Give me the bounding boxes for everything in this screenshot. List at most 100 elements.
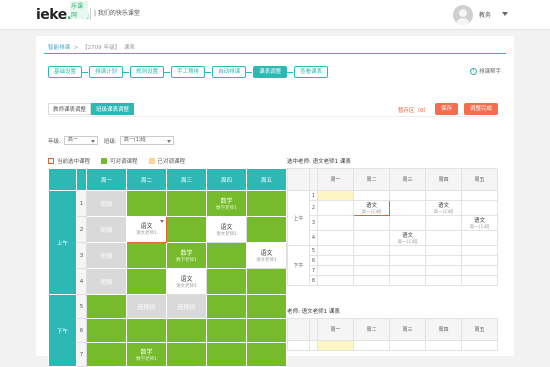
schedule-cell[interactable]: 数学 数学老师1 bbox=[206, 190, 247, 217]
schedule-cell[interactable] bbox=[353, 230, 390, 246]
schedule-cell[interactable]: 语文 高一(1)班 bbox=[461, 215, 498, 231]
schedule-cell[interactable]: 班级 bbox=[86, 268, 127, 295]
schedule-cell[interactable]: 选修班 bbox=[126, 294, 167, 319]
schedule-cell[interactable] bbox=[317, 255, 354, 266]
schedule-cell[interactable] bbox=[425, 230, 462, 246]
schedule-cell[interactable] bbox=[86, 294, 127, 319]
save-button[interactable]: 保存 bbox=[435, 103, 459, 115]
schedule-cell[interactable] bbox=[126, 318, 167, 343]
schedule-cell[interactable] bbox=[389, 265, 426, 276]
schedule-cell[interactable] bbox=[461, 265, 498, 276]
schedule-cell[interactable] bbox=[425, 245, 462, 256]
schedule-cell[interactable] bbox=[461, 340, 498, 351]
schedule-cell[interactable]: 班级 bbox=[86, 190, 127, 217]
schedule-cell[interactable] bbox=[353, 255, 390, 266]
schedule-cell[interactable] bbox=[246, 268, 287, 295]
schedule-cell[interactable] bbox=[317, 200, 354, 216]
schedule-cell[interactable] bbox=[425, 340, 462, 351]
help-link[interactable]: ? 排课帮手 bbox=[470, 67, 501, 75]
ieke-logo[interactable]: ieke.cn 乐课网 bbox=[36, 1, 89, 25]
schedule-cell[interactable] bbox=[206, 318, 247, 343]
schedule-cell[interactable] bbox=[166, 318, 207, 343]
schedule-cell[interactable] bbox=[309, 340, 318, 351]
schedule-cell[interactable] bbox=[425, 275, 462, 286]
schedule-cell[interactable]: 数学 数学老师1 bbox=[126, 342, 167, 367]
schedule-cell[interactable] bbox=[206, 268, 247, 295]
schedule-cell[interactable] bbox=[461, 255, 498, 266]
schedule-cell[interactable] bbox=[389, 215, 426, 231]
schedule-cell[interactable]: 语文 语文老师1 bbox=[246, 242, 287, 269]
grade-select[interactable]: 高一 bbox=[63, 136, 98, 145]
schedule-cell[interactable] bbox=[461, 230, 498, 246]
schedule-cell[interactable]: 语文 语文老师1 bbox=[206, 216, 247, 243]
temp-area-link[interactable]: 暂存区（0） bbox=[398, 106, 429, 114]
tab-class-adjust[interactable]: 班级课表调整 bbox=[91, 103, 135, 115]
chevron-down-icon[interactable] bbox=[502, 12, 508, 16]
step-view-schedule[interactable]: 查看课表 bbox=[294, 66, 329, 78]
schedule-cell[interactable] bbox=[246, 342, 287, 367]
step-basic-settings[interactable]: 基础设置 bbox=[48, 66, 89, 78]
step-auto-schedule[interactable]: 自动排课 bbox=[212, 66, 253, 78]
schedule-cell[interactable] bbox=[206, 294, 247, 319]
schedule-cell[interactable] bbox=[461, 245, 498, 256]
schedule-cell[interactable] bbox=[353, 265, 390, 276]
schedule-cell[interactable] bbox=[425, 190, 462, 201]
step-rule-settings[interactable]: 规则设置 bbox=[130, 66, 171, 78]
step-manual-preschedule[interactable]: 手工预排 bbox=[171, 66, 212, 78]
schedule-cell[interactable] bbox=[246, 190, 287, 217]
schedule-cell[interactable] bbox=[317, 190, 354, 201]
schedule-cell[interactable] bbox=[126, 242, 167, 269]
schedule-cell[interactable]: 班级 bbox=[86, 242, 127, 269]
schedule-cell[interactable]: 语文 高一(1)班 bbox=[425, 200, 462, 216]
tab-teacher-adjust[interactable]: 教师课表调整 bbox=[48, 103, 92, 115]
schedule-cell[interactable]: 语文 语文老师1 bbox=[166, 268, 207, 295]
schedule-cell[interactable] bbox=[317, 215, 354, 231]
user-name[interactable]: 教务 bbox=[479, 10, 491, 19]
schedule-cell[interactable] bbox=[287, 340, 310, 351]
schedule-cell[interactable] bbox=[461, 200, 498, 216]
schedule-cell[interactable] bbox=[389, 255, 426, 266]
schedule-cell[interactable] bbox=[353, 340, 390, 351]
schedule-cell[interactable] bbox=[166, 342, 207, 367]
schedule-cell[interactable] bbox=[389, 190, 426, 201]
schedule-cell[interactable] bbox=[246, 318, 287, 343]
schedule-cell[interactable] bbox=[206, 342, 247, 367]
schedule-cell[interactable]: 语文 高一(1)班 bbox=[353, 200, 390, 216]
schedule-cell[interactable] bbox=[86, 342, 127, 367]
schedule-cell[interactable] bbox=[317, 230, 354, 246]
schedule-cell[interactable] bbox=[425, 215, 462, 231]
schedule-cell[interactable]: 语文 高一(1)班 bbox=[389, 230, 426, 246]
schedule-cell[interactable] bbox=[86, 318, 127, 343]
schedule-cell[interactable] bbox=[461, 275, 498, 286]
schedule-cell[interactable] bbox=[126, 268, 167, 295]
schedule-cell[interactable] bbox=[166, 216, 207, 243]
schedule-cell[interactable] bbox=[246, 216, 287, 243]
schedule-cell[interactable]: 语文 语文老师1 bbox=[126, 216, 167, 243]
breadcrumb-smart-schedule[interactable]: 智能排课 bbox=[48, 45, 70, 51]
schedule-cell[interactable] bbox=[166, 190, 207, 217]
schedule-cell[interactable] bbox=[317, 245, 354, 256]
schedule-cell[interactable] bbox=[353, 275, 390, 286]
schedule-cell[interactable] bbox=[206, 242, 247, 269]
schedule-cell[interactable] bbox=[389, 340, 426, 351]
schedule-cell[interactable] bbox=[425, 255, 462, 266]
avatar[interactable] bbox=[453, 5, 473, 25]
schedule-cell[interactable] bbox=[389, 275, 426, 286]
schedule-cell[interactable] bbox=[353, 245, 390, 256]
schedule-cell[interactable] bbox=[425, 265, 462, 276]
schedule-cell[interactable] bbox=[353, 190, 390, 201]
schedule-cell[interactable] bbox=[389, 245, 426, 256]
schedule-cell[interactable] bbox=[246, 294, 287, 319]
schedule-cell[interactable]: 选修班 bbox=[166, 294, 207, 319]
finish-adjust-button[interactable]: 调整完成 bbox=[464, 103, 499, 115]
schedule-cell[interactable] bbox=[317, 340, 354, 351]
step-adjust-schedule[interactable]: 课表调整 bbox=[253, 66, 294, 78]
schedule-cell[interactable] bbox=[353, 215, 390, 231]
step-schedule-plan[interactable]: 排课计划 bbox=[89, 66, 130, 78]
schedule-cell[interactable] bbox=[317, 275, 354, 286]
schedule-cell[interactable] bbox=[389, 200, 426, 216]
schedule-cell[interactable] bbox=[317, 265, 354, 276]
schedule-cell[interactable]: 数学 数学老师1 bbox=[166, 242, 207, 269]
schedule-cell[interactable] bbox=[461, 190, 498, 201]
schedule-cell[interactable] bbox=[126, 190, 167, 217]
